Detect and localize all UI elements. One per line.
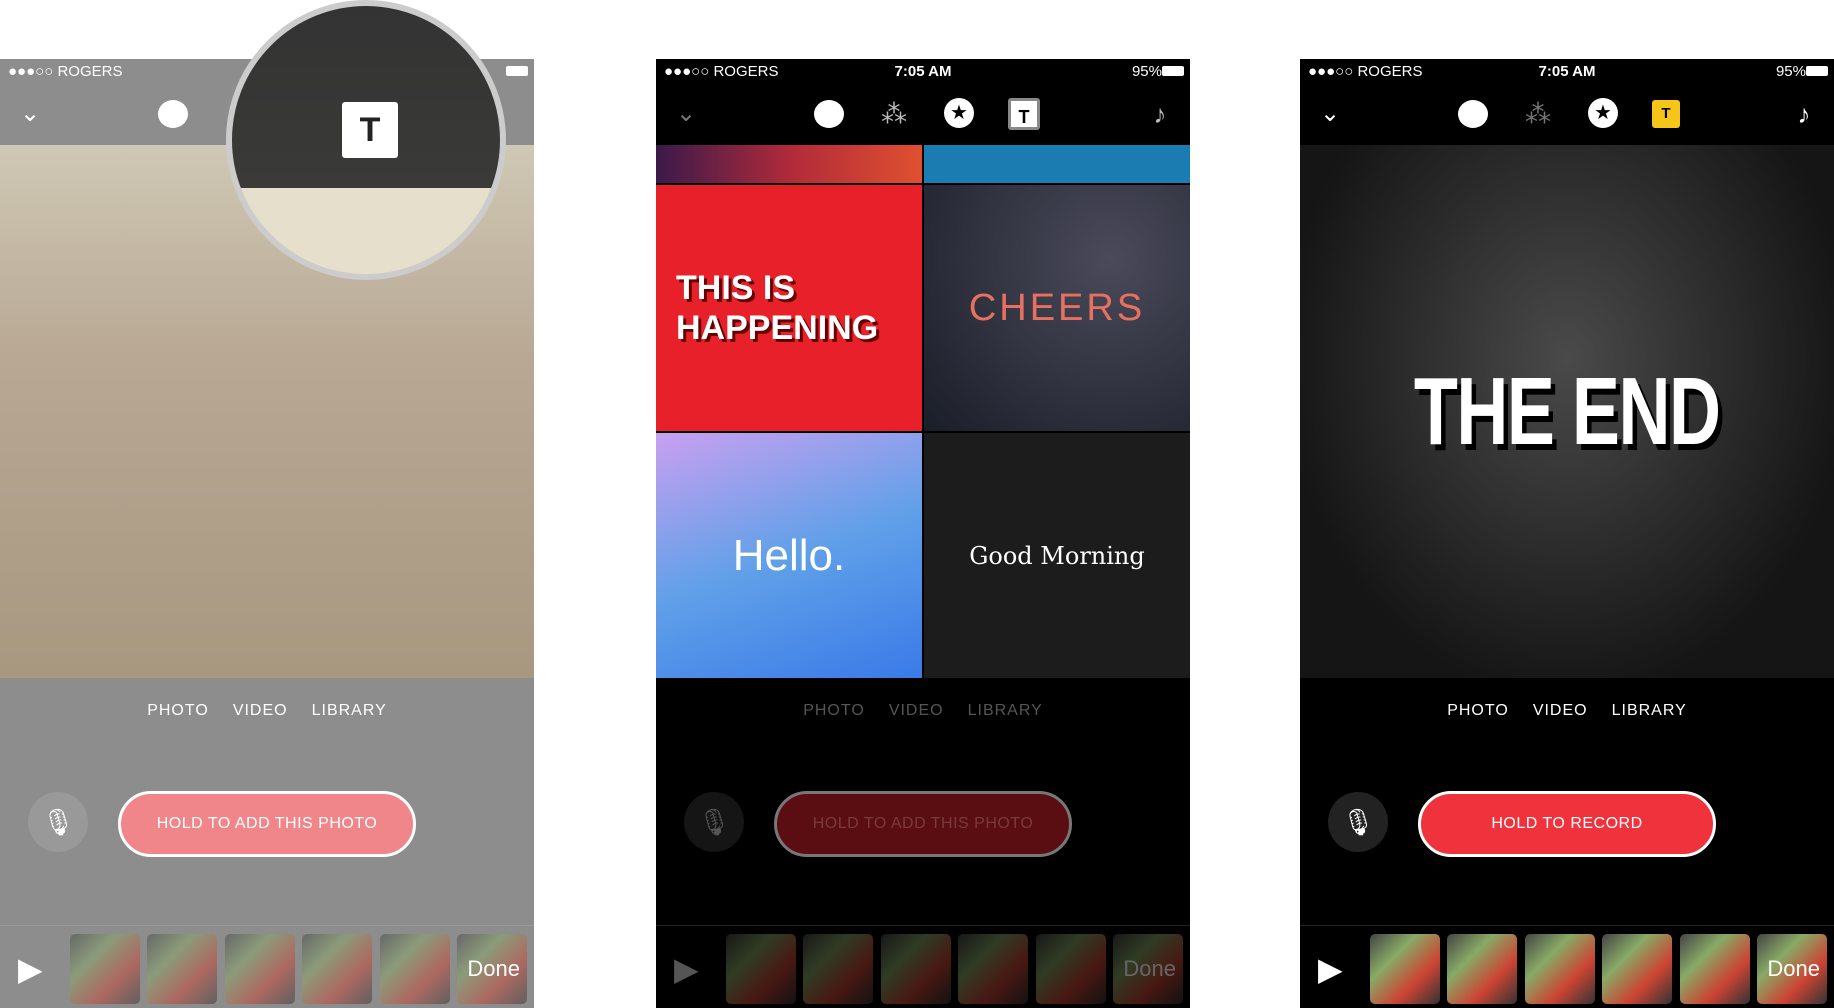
title-card-partial[interactable] xyxy=(656,145,922,183)
collapse-chevron-icon[interactable]: ⌄ xyxy=(1314,98,1346,130)
source-tabs: PHOTO VIDEO LIBRARY xyxy=(1300,702,1834,720)
tab-library[interactable]: LIBRARY xyxy=(968,702,1043,719)
tab-photo[interactable]: PHOTO xyxy=(803,702,865,719)
filters-icon[interactable]: ⁂ xyxy=(878,98,910,130)
tab-video[interactable]: VIDEO xyxy=(233,702,288,719)
clip-thumbnail[interactable] xyxy=(1680,934,1750,1004)
filters-icon[interactable]: ⁂ xyxy=(1522,98,1554,130)
title-tool-icon: T xyxy=(342,102,398,158)
title-card[interactable]: Good Morning xyxy=(924,433,1190,678)
battery-icon xyxy=(1162,66,1184,76)
toolbar: ⌄ ⁂ ★ T ♪ xyxy=(1300,82,1834,145)
battery-icon xyxy=(506,66,528,76)
status-bar: ●●●○○ ROGERS 7:05 AM 95% xyxy=(656,59,1190,82)
speech-bubble-icon[interactable] xyxy=(158,100,188,128)
clip-thumbnail[interactable] xyxy=(803,934,873,1004)
title-tool-icon[interactable]: T xyxy=(1008,98,1040,130)
star-icon[interactable]: ★ xyxy=(944,98,974,128)
title-card-grid: THIS IS HAPPENING CHEERS Hello. Good Mor… xyxy=(656,145,1190,678)
clip-thumbnail[interactable] xyxy=(881,934,951,1004)
clip-thumbnail[interactable] xyxy=(1447,934,1517,1004)
play-icon[interactable]: ▶ xyxy=(1318,950,1343,988)
collapse-chevron-icon[interactable]: ⌄ xyxy=(14,98,46,130)
status-bar: ●●●○○ ROGERS 7:05 AM 95% xyxy=(1300,59,1834,82)
title-card[interactable]: Hello. xyxy=(656,433,922,678)
clip-filmstrip: ▶ Done xyxy=(1300,925,1834,1008)
clip-thumbnail[interactable] xyxy=(1036,934,1106,1004)
clip-thumbnail[interactable] xyxy=(380,934,450,1004)
title-tool-icon[interactable]: T xyxy=(1652,100,1680,128)
toolbar: ⌄ ⁂ ★ T ♪ xyxy=(656,82,1190,145)
clip-thumbnail[interactable] xyxy=(1602,934,1672,1004)
done-button[interactable]: Done xyxy=(1767,956,1820,982)
phone-title-picker: ●●●○○ ROGERS 7:05 AM 95% ⌄ ⁂ ★ T ♪ THIS IS… xyxy=(656,59,1190,1008)
clip-thumbnail[interactable] xyxy=(1525,934,1595,1004)
star-icon[interactable]: ★ xyxy=(1588,98,1618,128)
source-tabs: PHOTO VIDEO LIBRARY xyxy=(656,702,1190,720)
microphone-button[interactable]: 🎙 xyxy=(684,792,744,852)
battery-icon xyxy=(1806,66,1828,76)
speech-bubble-icon[interactable] xyxy=(814,100,844,128)
tab-library[interactable]: LIBRARY xyxy=(1612,702,1687,719)
music-note-icon[interactable]: ♪ xyxy=(1144,98,1176,130)
play-icon[interactable]: ▶ xyxy=(674,950,699,988)
tab-video[interactable]: VIDEO xyxy=(889,702,944,719)
clip-thumbnail[interactable] xyxy=(958,934,1028,1004)
title-card[interactable]: THIS IS HAPPENING xyxy=(656,185,922,431)
clip-thumbnail[interactable] xyxy=(147,934,217,1004)
done-button[interactable]: Done xyxy=(1123,956,1176,982)
record-button[interactable]: HOLD TO ADD THIS PHOTO xyxy=(774,791,1072,857)
tab-library[interactable]: LIBRARY xyxy=(312,702,387,719)
clip-thumbnail[interactable] xyxy=(225,934,295,1004)
music-note-icon[interactable]: ♪ xyxy=(1788,98,1820,130)
tab-photo[interactable]: PHOTO xyxy=(147,702,209,719)
collapse-chevron-icon[interactable]: ⌄ xyxy=(670,98,702,130)
clip-filmstrip: ▶ Done xyxy=(656,925,1190,1008)
microphone-button[interactable]: 🎙 xyxy=(1328,792,1388,852)
tab-video[interactable]: VIDEO xyxy=(1533,702,1588,719)
clip-thumbnail[interactable] xyxy=(70,934,140,1004)
record-button[interactable]: HOLD TO ADD THIS PHOTO xyxy=(118,791,416,857)
title-card-preview: THE END xyxy=(1300,145,1834,678)
microphone-button[interactable]: 🎙 xyxy=(28,792,88,852)
play-icon[interactable]: ▶ xyxy=(18,950,43,988)
source-tabs: PHOTO VIDEO LIBRARY xyxy=(0,702,534,720)
tab-photo[interactable]: PHOTO xyxy=(1447,702,1509,719)
record-button[interactable]: HOLD TO RECORD xyxy=(1418,791,1716,857)
clip-thumbnail[interactable] xyxy=(302,934,372,1004)
title-card-partial[interactable] xyxy=(924,145,1190,183)
speech-bubble-icon[interactable] xyxy=(1458,100,1488,128)
title-card[interactable]: CHEERS xyxy=(924,185,1190,431)
clip-thumbnail[interactable] xyxy=(726,934,796,1004)
magnifier-callout: T xyxy=(226,0,506,280)
clip-filmstrip: ▶ Done xyxy=(0,925,534,1008)
clip-thumbnail[interactable] xyxy=(1370,934,1440,1004)
done-button[interactable]: Done xyxy=(467,956,520,982)
phone-title-selected: ●●●○○ ROGERS 7:05 AM 95% ⌄ ⁂ ★ T ♪ THE END… xyxy=(1300,59,1834,1008)
